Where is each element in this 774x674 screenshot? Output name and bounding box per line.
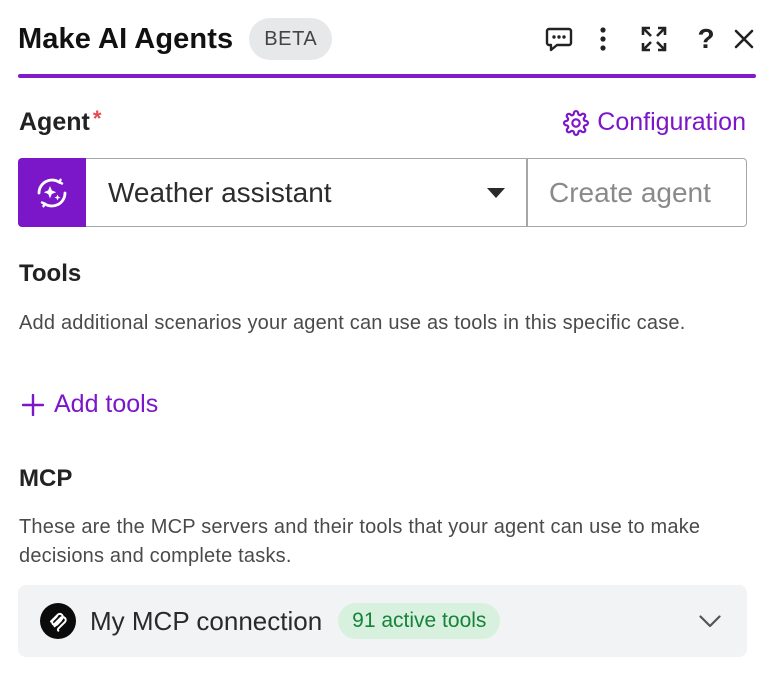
expand-icon[interactable] (640, 25, 668, 53)
agent-picker-row: Weather assistant Create agent (18, 158, 747, 227)
beta-badge: BETA (249, 18, 333, 60)
tools-description: Add additional scenarios your agent can … (19, 312, 686, 334)
header-divider (18, 74, 756, 78)
add-tools-button[interactable]: Add tools (22, 390, 158, 419)
chevron-down-icon[interactable] (699, 614, 721, 628)
mcp-title: MCP (19, 465, 73, 492)
header-actions: ? (544, 14, 756, 64)
mcp-description: These are the MCP servers and their tool… (19, 516, 701, 567)
chat-icon[interactable] (544, 24, 574, 54)
agent-avatar (18, 158, 86, 227)
agent-label-text: Agent (19, 108, 90, 136)
configuration-label: Configuration (597, 108, 746, 136)
plus-icon (22, 393, 44, 416)
active-tools-badge: 91 active tools (338, 603, 501, 639)
agent-select[interactable]: Weather assistant (86, 158, 527, 227)
close-icon[interactable] (732, 27, 756, 51)
mcp-connection-name: My MCP connection (90, 605, 323, 636)
add-tools-label: Add tools (54, 390, 159, 418)
panel-header: Make AI Agents BETA ? (18, 14, 756, 64)
gear-icon (563, 109, 590, 136)
mcp-connection-card[interactable]: My MCP connection 91 active tools (18, 585, 747, 657)
ai-agents-panel: Make AI Agents BETA ? Agent * Configurat… (0, 0, 774, 674)
caret-down-icon (486, 187, 506, 199)
create-agent-button[interactable]: Create agent (527, 158, 747, 227)
more-vertical-icon[interactable] (596, 24, 610, 54)
agent-select-value: Weather assistant (108, 176, 332, 208)
panel-title: Make AI Agents (18, 22, 234, 55)
tools-title: Tools (19, 260, 82, 287)
help-icon[interactable]: ? (696, 23, 716, 54)
configuration-link[interactable]: Configuration (563, 108, 746, 137)
agent-label: Agent * (19, 106, 102, 137)
mcp-logo-icon (40, 603, 76, 639)
required-marker: * (92, 106, 102, 131)
ai-sparkle-icon (34, 175, 70, 211)
